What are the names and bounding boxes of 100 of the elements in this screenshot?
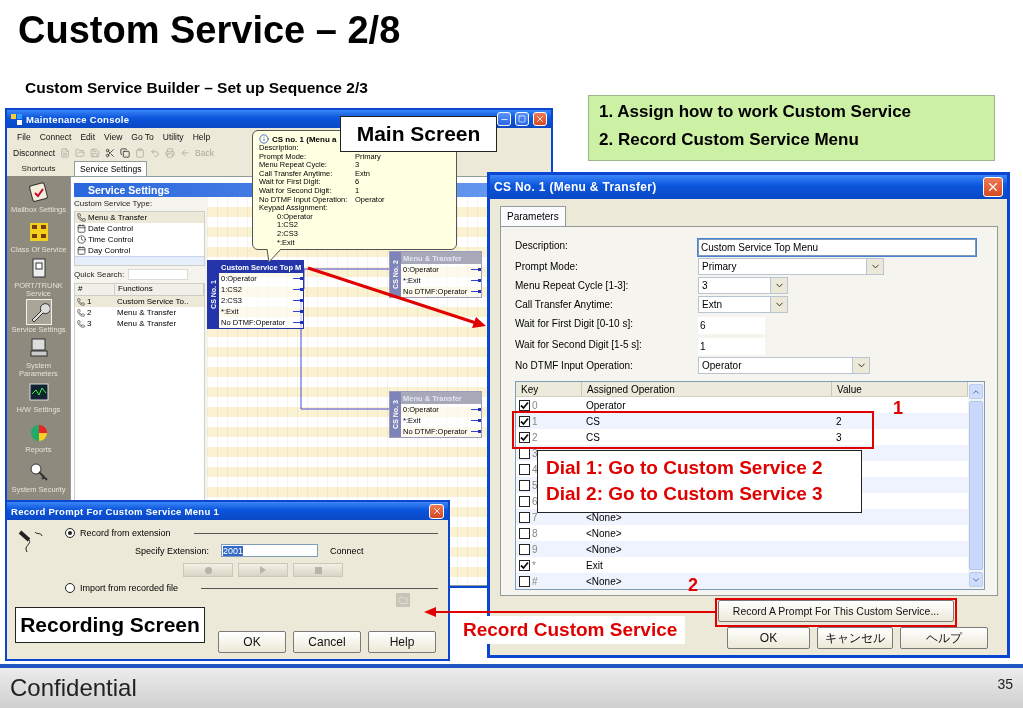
sidebar-heading: Shortcuts — [21, 163, 56, 173]
search-field[interactable] — [128, 269, 189, 280]
radio-button[interactable] — [65, 528, 75, 538]
tab[interactable]: Service Settings — [74, 161, 148, 176]
dialog-button[interactable]: ヘルプ — [900, 627, 988, 649]
disconnect-button[interactable]: Disconnect — [13, 148, 56, 158]
dialog-button[interactable]: OK — [727, 627, 810, 649]
checkbox[interactable] — [519, 527, 530, 539]
number-field[interactable]: 6 — [698, 317, 765, 334]
field-label: Wait for First Digit [0-10 s]: — [515, 317, 634, 331]
dropdown[interactable]: Extn — [698, 296, 788, 313]
checkbox[interactable] — [519, 415, 530, 427]
checkbox[interactable] — [519, 495, 530, 507]
column-header: # — [75, 284, 115, 295]
dropdown[interactable]: Operator — [698, 357, 870, 374]
close-button[interactable] — [533, 112, 547, 126]
column-header: Functions — [115, 284, 204, 295]
menu-item[interactable]: Edit — [80, 132, 96, 142]
extension-field[interactable]: 2001 — [221, 544, 319, 557]
maximize-button[interactable] — [515, 112, 529, 126]
step-text: 1. Assign how to work Custom Service — [599, 101, 913, 123]
dialog-button[interactable]: キャンセル — [817, 627, 893, 649]
table-cell: 3 — [532, 447, 538, 459]
radio-button[interactable] — [65, 583, 75, 593]
checkbox[interactable] — [519, 399, 530, 411]
stop-icon — [314, 566, 322, 574]
number-field[interactable]: 1 — [698, 338, 765, 355]
dialog-button[interactable]: Help — [368, 631, 436, 653]
callout-text: Dial 1: Go to Custom Service 2 — [546, 458, 824, 479]
table-cell: * — [532, 559, 536, 571]
field-label: Quick Search: — [74, 270, 125, 279]
calendar-icon — [77, 246, 86, 255]
text-field[interactable]: Custom Service Top Menu — [698, 239, 976, 256]
table-cell: 1 — [87, 297, 92, 306]
close-button[interactable] — [983, 177, 1003, 197]
tooltip-title: CS no. 1 (Menu a — [272, 134, 337, 144]
column-header: Assigned Operation — [582, 382, 832, 396]
table-cell-text: Custom Service To.. — [116, 297, 190, 306]
table-cell-text: <None> — [585, 527, 622, 539]
checkbox[interactable] — [519, 479, 530, 491]
calendar-icon — [77, 224, 86, 233]
table-cell-text: Menu & Transfer — [116, 308, 178, 317]
checkbox[interactable] — [519, 447, 530, 459]
menu-item[interactable]: Utility — [162, 132, 184, 142]
minimize-button[interactable] — [497, 112, 511, 126]
play-icon — [260, 566, 266, 574]
table-cell: 1 — [532, 415, 538, 427]
table-cell-text: 3 — [835, 431, 842, 443]
clock-icon — [77, 235, 86, 244]
port-icon — [471, 279, 482, 282]
menu-item[interactable]: Help — [192, 132, 211, 142]
callout-label: Main Screen — [340, 116, 497, 152]
menu-item[interactable]: Connect — [39, 132, 72, 142]
menu-item[interactable]: Go To — [131, 132, 154, 142]
table-cell: # — [532, 575, 538, 587]
dialog-title: Record Prompt For Custom Service Menu 1 — [11, 505, 221, 517]
clipboard-icon[interactable] — [135, 148, 146, 158]
port-icon — [471, 290, 482, 293]
connect-label: Connect — [330, 545, 364, 556]
field-label: Specify Extension: — [135, 545, 210, 556]
dropdown[interactable]: Primary — [698, 258, 884, 275]
field-label: Description: — [515, 239, 569, 253]
callout-label: Recording Screen — [15, 607, 205, 643]
table-row[interactable]: 1 Custom Service To.. — [75, 296, 204, 307]
port-icon — [471, 419, 482, 422]
table-cell-text: <None> — [585, 511, 622, 523]
list-item[interactable]: Menu & Transfer — [75, 212, 204, 223]
checkbox[interactable] — [519, 511, 530, 523]
copy-icon[interactable] — [120, 148, 131, 158]
port-icon — [293, 321, 304, 324]
table-cell-text: Exit — [585, 559, 603, 571]
checkbox[interactable] — [519, 463, 530, 475]
menu-item[interactable]: File — [17, 132, 31, 142]
table-cell-text: Menu & Transfer — [116, 319, 178, 328]
table-cell: 4 — [532, 463, 538, 475]
table-cell-text: <None> — [585, 575, 622, 587]
radio-label: Import from recorded file — [80, 583, 179, 593]
dialog-button[interactable]: OK — [218, 631, 286, 653]
checkbox[interactable] — [519, 543, 530, 555]
table-cell: 2 — [87, 308, 92, 317]
dropdown[interactable]: 3 — [698, 277, 788, 294]
port-icon — [293, 288, 304, 291]
table-cell: 7 — [532, 511, 538, 523]
checkbox[interactable] — [519, 575, 530, 587]
dialog-button[interactable]: Cancel — [293, 631, 361, 653]
page-number: 35 — [997, 676, 1013, 692]
slide-subtitle: Custom Service Builder – Set up Sequence 2/3 — [25, 79, 368, 97]
checkbox[interactable] — [519, 431, 530, 443]
record-prompt-button[interactable]: Record A Prompt For This Custom Service... — [718, 600, 954, 622]
tab[interactable]: Parameters — [500, 206, 566, 226]
window-title: Maintenance Console — [26, 113, 131, 125]
port-icon — [293, 277, 304, 280]
field-label: Custom Service Type: — [74, 199, 154, 208]
monitor-icon — [27, 380, 50, 403]
checkbox[interactable] — [519, 559, 530, 571]
scrollbar[interactable] — [75, 256, 204, 265]
port-icon — [293, 299, 304, 302]
close-button[interactable] — [429, 503, 444, 519]
scissors-icon[interactable] — [105, 148, 116, 158]
menu-item[interactable]: View — [104, 132, 123, 142]
